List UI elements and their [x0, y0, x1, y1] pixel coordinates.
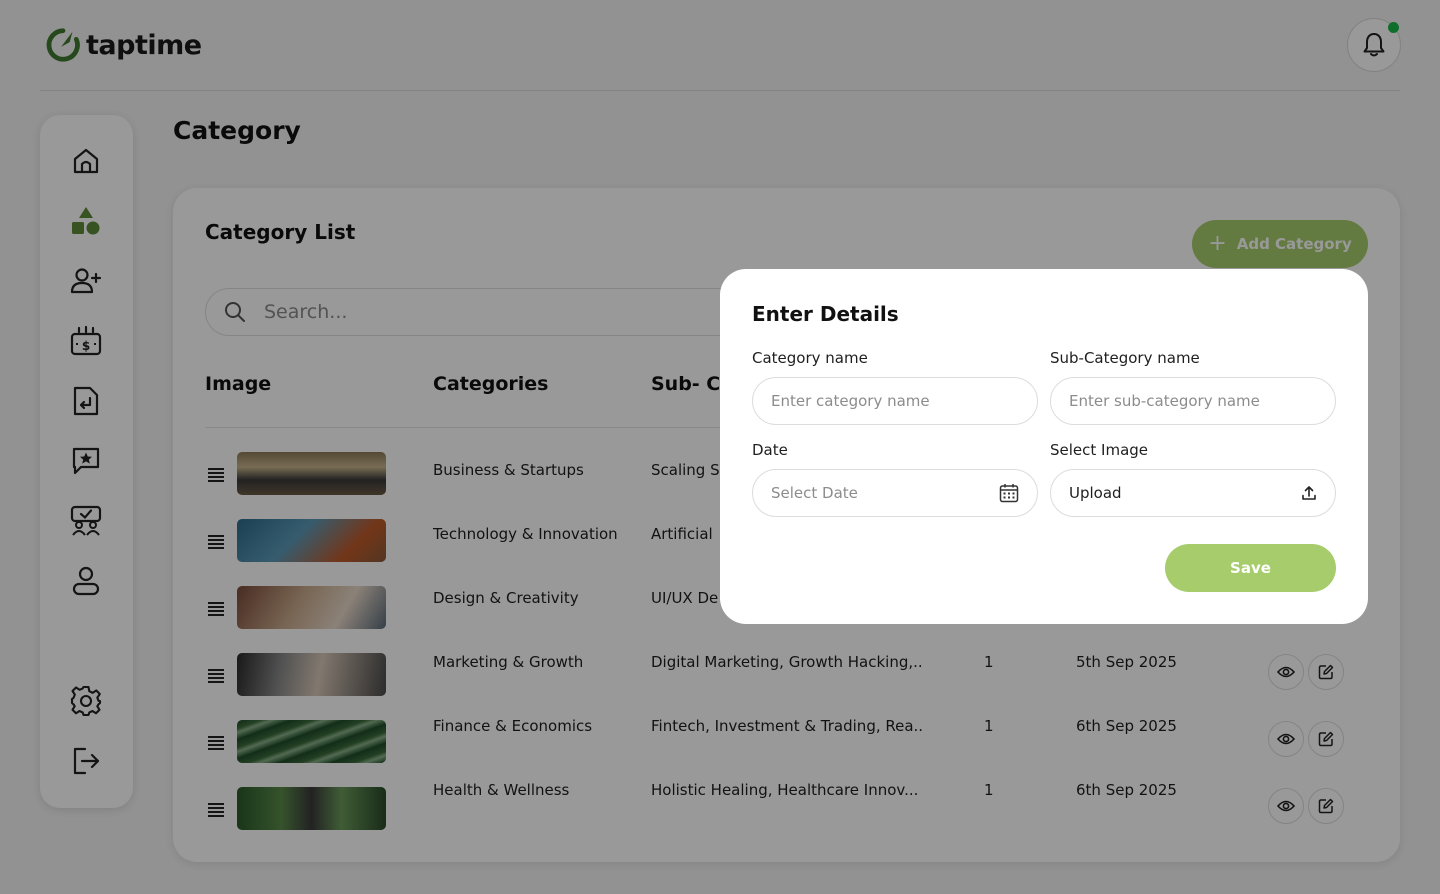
- date-label: Date: [752, 441, 788, 459]
- subcategory-name-field: [1050, 377, 1336, 425]
- save-button[interactable]: Save: [1165, 544, 1336, 592]
- modal-title: Enter Details: [752, 302, 899, 326]
- select-image-label: Select Image: [1050, 441, 1149, 459]
- upload-label: Upload: [1069, 484, 1122, 502]
- date-placeholder: Select Date: [771, 484, 858, 502]
- category-name-label: Category name: [752, 349, 868, 367]
- subcategory-name-label: Sub-Category name: [1050, 349, 1200, 367]
- enter-details-modal: Enter Details Category name Sub-Category…: [720, 269, 1368, 624]
- date-picker[interactable]: Select Date: [752, 469, 1038, 517]
- subcategory-name-input[interactable]: [1069, 392, 1299, 410]
- upload-icon[interactable]: [1301, 485, 1317, 501]
- category-name-input[interactable]: [771, 392, 1001, 410]
- calendar-icon[interactable]: [999, 483, 1019, 503]
- category-name-field: [752, 377, 1038, 425]
- image-upload-field[interactable]: Upload: [1050, 469, 1336, 517]
